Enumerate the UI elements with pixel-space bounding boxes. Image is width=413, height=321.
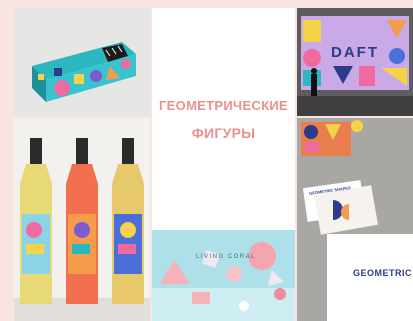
page-title-line-1: ГЕОМЕТРИЧЕСКИЕ [159, 97, 288, 113]
billboard-image: DAFT [297, 8, 413, 116]
letter-text: GEOMETRIC SH [353, 268, 413, 278]
render-3d-image: LIVING CORAL [152, 230, 295, 321]
bottles-image [14, 118, 150, 321]
billboard-text: DAFT [331, 44, 379, 61]
page-title-line-2: ФИГУРЫ [191, 124, 256, 141]
render-3d-label: LIVING CORAL [196, 254, 257, 260]
box-packaging-image [14, 8, 150, 116]
page-title-block: ГЕОМЕТРИЧЕСКИЕ ФИГУРЫ [152, 8, 295, 230]
stationery-image: GEOMETRIC SHAPES GEOMETRIC SH [297, 118, 413, 321]
